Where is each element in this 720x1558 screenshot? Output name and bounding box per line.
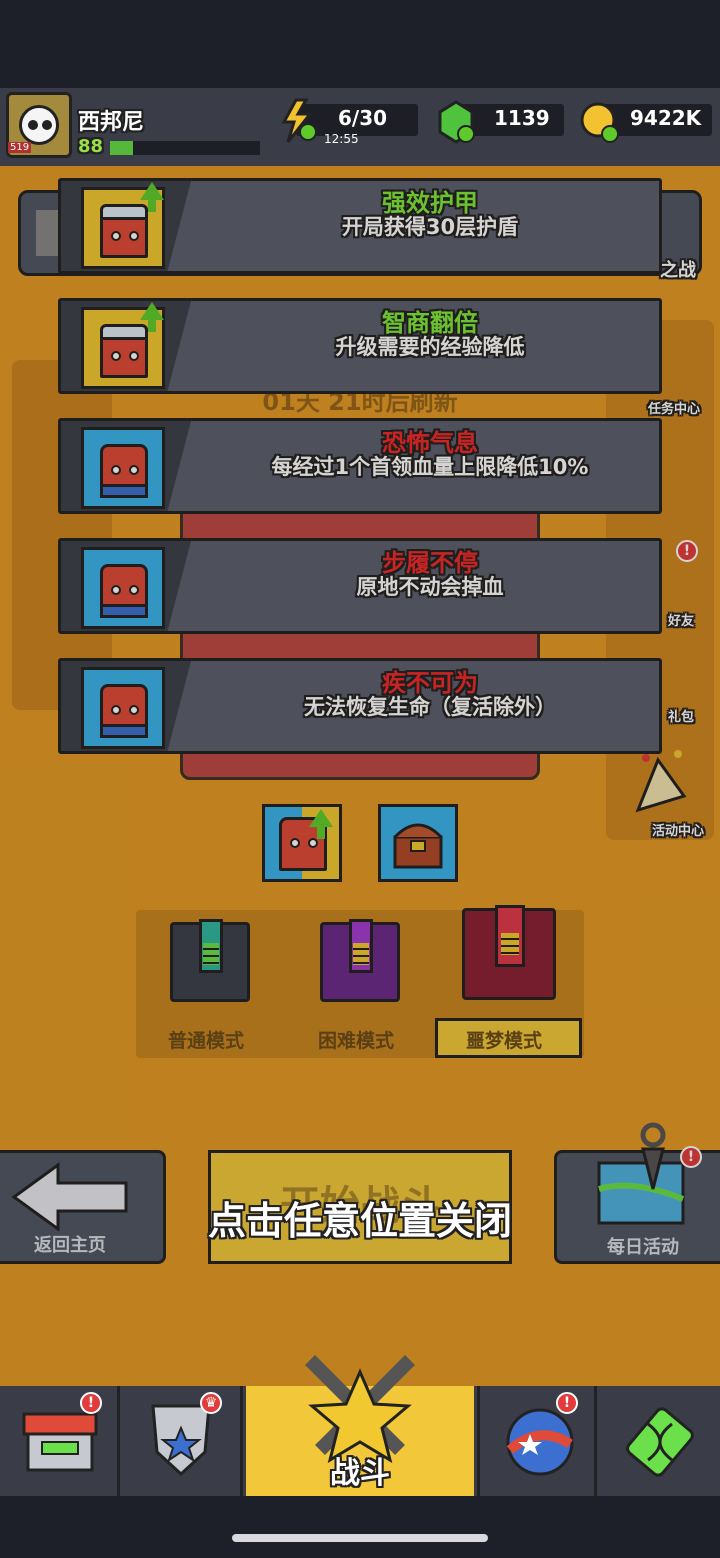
system-nav-area	[0, 1496, 720, 1558]
gold-coin-icon	[580, 102, 619, 143]
system-status-bar	[0, 0, 720, 88]
player-level: 88	[78, 136, 104, 157]
gems-value: 1139	[494, 106, 550, 130]
dna-icon	[626, 1407, 694, 1477]
energy-timer: 12:55	[324, 132, 359, 146]
nav-tab-evolve[interactable]	[600, 1386, 720, 1496]
home-indicator[interactable]	[232, 1534, 488, 1542]
coins-value: 9422K	[630, 106, 702, 130]
xp-progress-fill	[110, 141, 133, 155]
energy-value: 6/30	[338, 106, 388, 130]
orb-icon	[506, 1408, 574, 1476]
talent-alert-badge: ♛	[200, 1392, 222, 1414]
green-gem-icon	[438, 100, 475, 144]
player-name: 西邦尼	[78, 110, 145, 135]
panda-face-icon	[19, 105, 59, 145]
avatar-badge: 519	[8, 142, 32, 153]
nav-tab-talent[interactable]	[123, 1386, 243, 1496]
tap-to-close-hint[interactable]: 点击任意位置关闭	[0, 1190, 720, 1245]
nav-tab-pets[interactable]	[477, 1386, 597, 1496]
shop-icon	[22, 1412, 98, 1472]
pets-alert-badge: !	[556, 1392, 578, 1414]
nav-tab-shop[interactable]	[0, 1386, 120, 1496]
nav-battle-label: 战斗	[330, 1456, 390, 1491]
xp-progress-bar	[110, 141, 260, 155]
shop-alert-badge: !	[80, 1392, 102, 1414]
lightning-icon	[281, 98, 317, 143]
